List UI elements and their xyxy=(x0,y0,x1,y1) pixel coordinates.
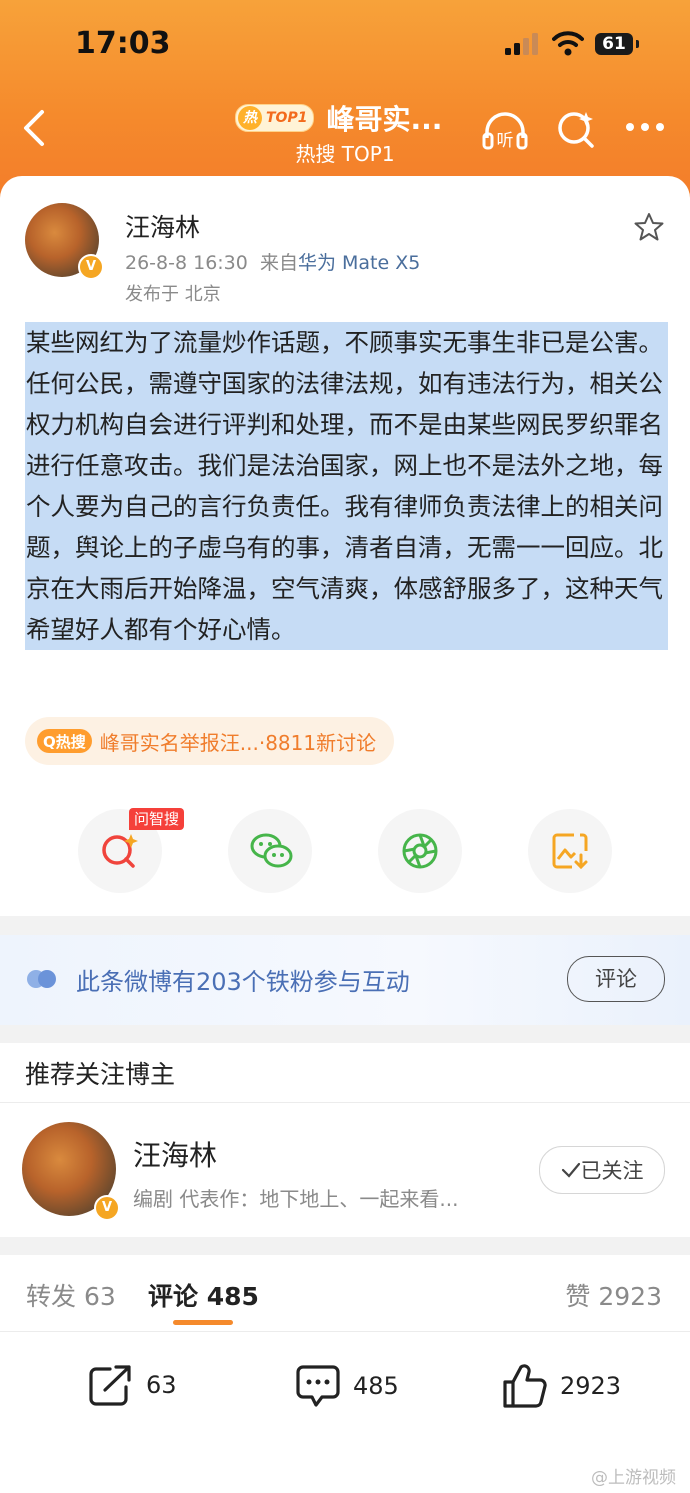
fans-icon xyxy=(27,970,56,988)
repost-count: 63 xyxy=(146,1371,177,1399)
checkmark-icon xyxy=(561,1162,580,1178)
page-title: 峰哥实... xyxy=(326,103,443,136)
post-source-prefix: 来自 xyxy=(259,252,298,274)
followed-button[interactable]: 已关注 xyxy=(539,1146,665,1194)
post-device: 华为 Mate X5 xyxy=(297,252,421,274)
watermark: @上游视频 xyxy=(591,1468,676,1488)
ai-search-icon[interactable] xyxy=(556,108,596,150)
save-image-icon xyxy=(552,833,588,870)
like-count: 2923 xyxy=(560,1372,622,1400)
ai-search-tag: 问智搜 xyxy=(129,808,185,830)
hot-rank-badge: 热 TOP1 xyxy=(235,104,315,132)
iron-fans-text: 此条微博有203个铁粉参与互动 xyxy=(76,968,410,996)
thumbs-up-icon xyxy=(503,1364,547,1408)
tab-repost[interactable]: 转发 63 xyxy=(26,1277,116,1313)
recommended-description: 编剧 代表作：地下地上、一起来看... xyxy=(133,1187,459,1211)
tab-comment[interactable]: 评论 485 xyxy=(148,1277,259,1313)
status-bar: 17:03 61 xyxy=(0,0,690,90)
comment-action[interactable]: 485 xyxy=(295,1363,399,1409)
divider xyxy=(0,1102,690,1103)
comment-icon xyxy=(296,1365,340,1407)
author-name[interactable]: 汪海林 xyxy=(125,208,200,244)
save-image-button[interactable] xyxy=(528,809,612,893)
wechat-icon xyxy=(250,833,293,868)
more-icon[interactable] xyxy=(625,122,665,132)
divider xyxy=(0,1331,690,1332)
headphones-listen-icon[interactable]: 听 xyxy=(481,108,529,152)
svg-text:听: 听 xyxy=(497,131,514,151)
ai-search-icon xyxy=(102,834,138,868)
navigation-bar: 热 TOP1 峰哥实... 热搜 TOP1 听 xyxy=(0,92,690,172)
repost-icon xyxy=(89,1365,131,1406)
hot-topic-link[interactable]: Q热搜 峰哥实名举报汪...·8811新讨论 xyxy=(25,717,395,765)
repost-action[interactable]: 63 xyxy=(88,1363,177,1407)
verified-badge-icon: V xyxy=(94,1195,120,1221)
status-time: 17:03 xyxy=(75,26,171,61)
comment-count: 485 xyxy=(353,1372,399,1400)
share-moments-button[interactable] xyxy=(378,809,462,893)
followed-label: 已关注 xyxy=(580,1159,644,1183)
interaction-section: 转发 63 评论 485 赞 2923 63 485 2923 @上游视频 xyxy=(0,1255,690,1493)
recommended-heading: 推荐关注博主 xyxy=(25,1060,176,1089)
recommended-name[interactable]: 汪海林 xyxy=(133,1134,217,1174)
hot-rank-label: TOP1 xyxy=(266,110,308,126)
share-wechat-button[interactable] xyxy=(228,809,312,893)
moments-icon xyxy=(402,833,438,869)
verified-badge-icon: V xyxy=(78,254,104,280)
nav-title-row[interactable]: 热 TOP1 峰哥实... xyxy=(235,98,442,138)
post-meta: 26-8-8 16:30 来自华为 Mate X5 xyxy=(125,248,420,275)
favorite-star-icon[interactable] xyxy=(634,212,664,242)
active-tab-indicator xyxy=(173,1320,233,1325)
post-date: 26-8-8 16:30 xyxy=(125,252,248,274)
post-body-text: 某些网红为了流量炒作话题，不顾事实无事生非已是公害。任何公民，需遵守国家的法律法… xyxy=(25,322,668,650)
wifi-icon xyxy=(552,31,584,56)
tab-like[interactable]: 赞 2923 xyxy=(565,1277,662,1313)
hot-badge-mark: 热 xyxy=(238,106,262,130)
hot-topic-tag: Q热搜 xyxy=(37,729,92,753)
iron-fans-comment-button[interactable]: 评论 xyxy=(567,956,665,1002)
recommended-blogger-section: 推荐关注博主 V 汪海林 编剧 代表作：地下地上、一起来看... 已关注 xyxy=(0,1043,690,1237)
post-card: V 汪海林 26-8-8 16:30 来自华为 Mate X5 发布于 北京 某… xyxy=(0,176,690,916)
signal-icon xyxy=(505,33,538,55)
iron-fans-bar: 此条微博有203个铁粉参与互动 评论 xyxy=(0,935,690,1025)
post-location: 发布于 北京 xyxy=(125,284,221,305)
battery-indicator: 61 xyxy=(595,33,639,55)
like-action[interactable]: 2923 xyxy=(502,1363,621,1409)
hot-topic-text: 峰哥实名举报汪...·8811新讨论 xyxy=(99,730,377,755)
